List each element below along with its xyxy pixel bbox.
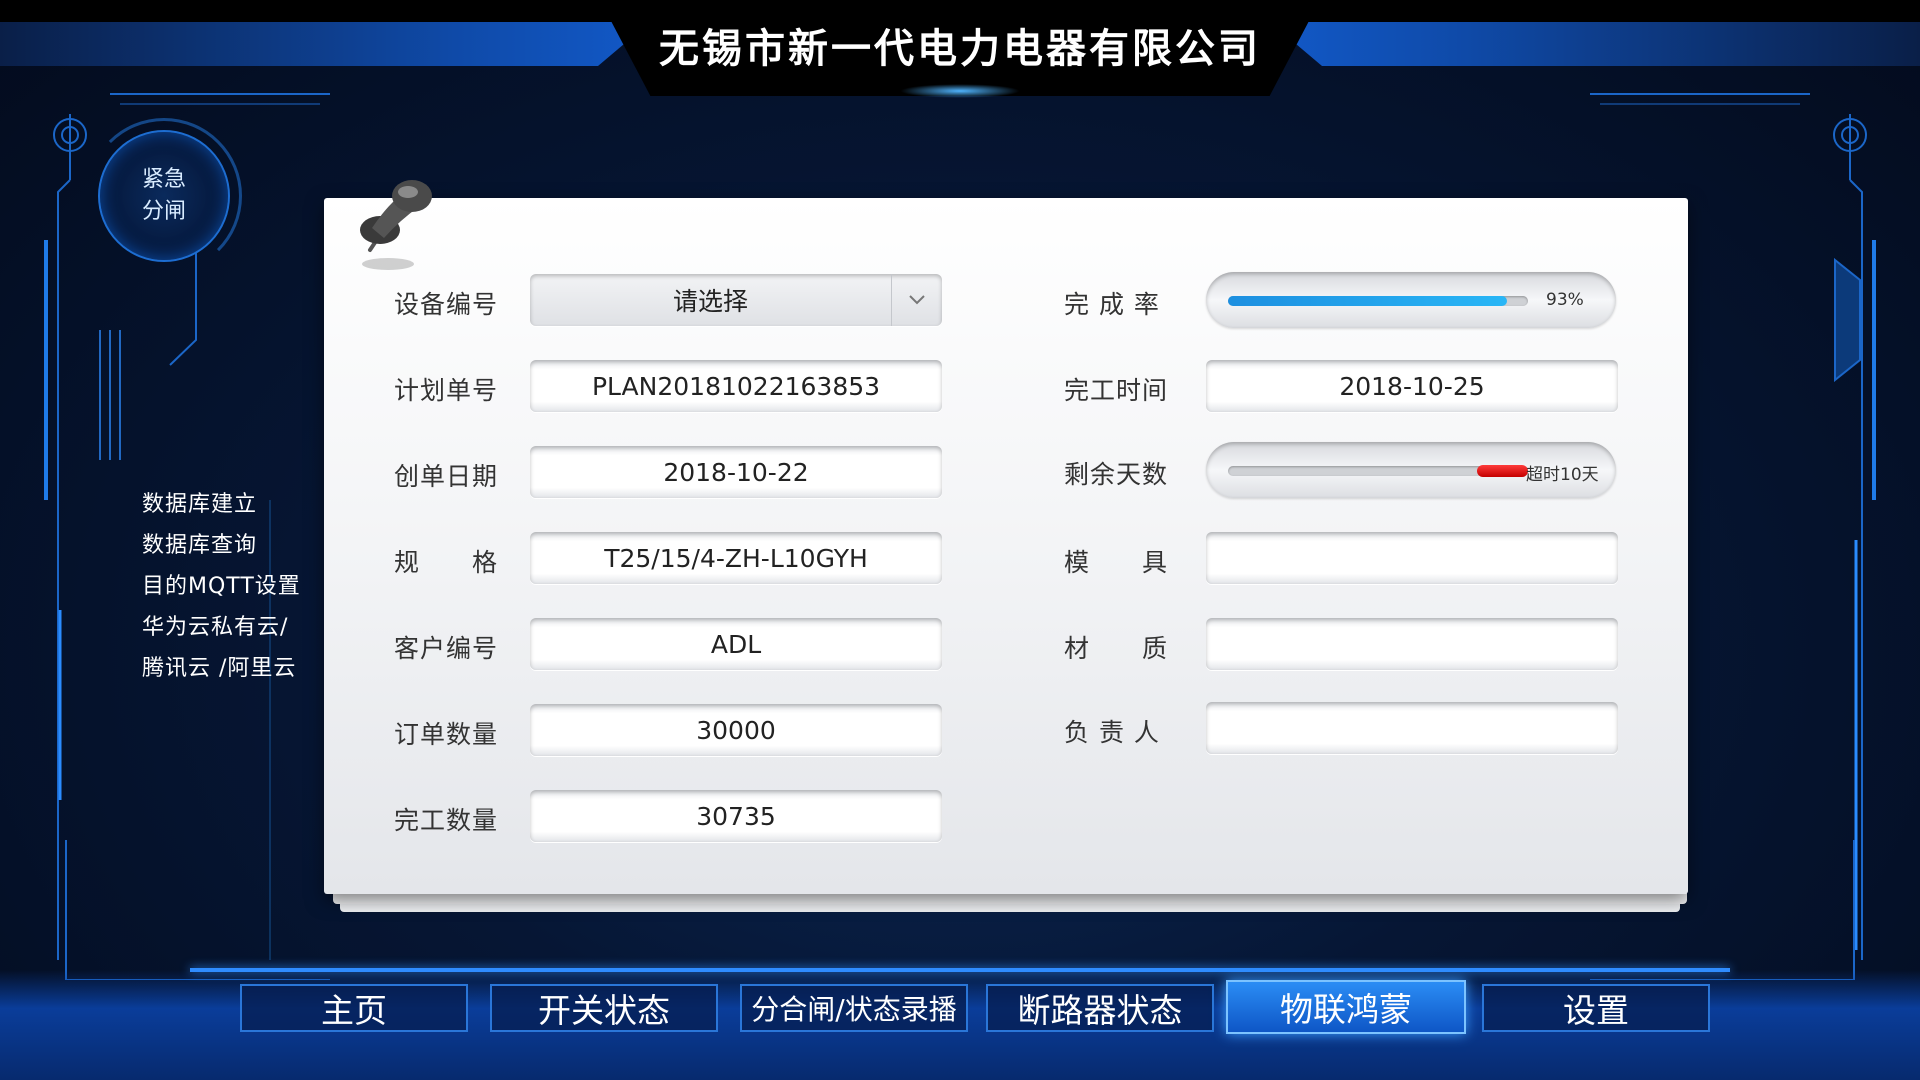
label-remaining-days: 剩余天数 <box>1064 460 1169 489</box>
label-mold: 模 具 <box>1064 548 1169 577</box>
nav-breaker-status[interactable]: 断路器状态 <box>986 984 1214 1032</box>
emergency-line1: 紧急 <box>141 167 186 192</box>
label-device-no: 设备编号 <box>394 290 499 319</box>
side-menu-item-db-create[interactable]: 数据库建立 <box>142 484 301 525</box>
company-title: 无锡市新一代电力电器有限公司 <box>659 26 1261 72</box>
completion-rate-bar: 93% <box>1206 272 1616 328</box>
completion-rate-text: 93% <box>1546 290 1584 310</box>
bottom-nav-glow-line <box>190 968 1730 972</box>
done-qty-field[interactable]: 30735 <box>530 790 942 842</box>
pushpin-icon <box>360 180 432 270</box>
owner-field[interactable] <box>1206 702 1618 754</box>
emergency-line2: 分闸 <box>141 199 186 224</box>
label-order-qty: 订单数量 <box>394 720 499 749</box>
header-glow <box>900 84 1020 98</box>
label-material: 材 质 <box>1064 634 1169 663</box>
completion-rate-track <box>1228 296 1528 306</box>
side-menu-item-cloud-2[interactable]: 腾讯云 /阿里云 <box>142 648 301 689</box>
emergency-trip-button[interactable]: 紧急 分闸 <box>98 130 230 262</box>
remaining-days-track <box>1228 465 1528 477</box>
nav-iot-harmony[interactable]: 物联鸿蒙 <box>1226 980 1466 1034</box>
create-date-field[interactable]: 2018-10-22 <box>530 446 942 498</box>
nav-home[interactable]: 主页 <box>240 984 468 1032</box>
remaining-days-text: 超时10天 <box>1526 465 1599 485</box>
label-create-date: 创单日期 <box>394 462 499 491</box>
header-left-wing <box>0 22 650 66</box>
device-no-select-value: 请选择 <box>672 287 748 316</box>
customer-no-field[interactable]: ADL <box>530 618 942 670</box>
chevron-down-icon[interactable] <box>891 274 942 326</box>
label-completion-rate: 完 成 率 <box>1064 290 1160 319</box>
side-menu-item-cloud-1[interactable]: 华为云私有云/ <box>142 607 301 648</box>
finish-time-field[interactable]: 2018-10-25 <box>1206 360 1618 412</box>
nav-trip-recording[interactable]: 分合闸/状态录播 <box>740 984 968 1032</box>
label-owner: 负 责 人 <box>1064 718 1160 747</box>
side-menu-item-db-query[interactable]: 数据库查询 <box>142 525 301 566</box>
overdue-fill <box>1477 465 1528 477</box>
label-finish-time: 完工时间 <box>1064 376 1169 405</box>
side-menu-item-mqtt[interactable]: 目的MQTT设置 <box>142 566 301 607</box>
nav-switch-status[interactable]: 开关状态 <box>490 984 718 1032</box>
material-field[interactable] <box>1206 618 1618 670</box>
mold-field[interactable] <box>1206 532 1618 584</box>
label-done-qty: 完工数量 <box>394 806 499 835</box>
order-qty-field[interactable]: 30000 <box>530 704 942 756</box>
side-menu: 数据库建立 数据库查询 目的MQTT设置 华为云私有云/ 腾讯云 /阿里云 <box>142 484 301 689</box>
label-customer-no: 客户编号 <box>394 634 499 663</box>
completion-rate-fill <box>1228 296 1507 306</box>
plan-no-field[interactable]: PLAN20181022163853 <box>530 360 942 412</box>
spec-field[interactable]: T25/15/4-ZH-L10GYH <box>530 532 942 584</box>
device-no-select[interactable]: 请选择 <box>530 274 942 326</box>
header-right-wing <box>1270 22 1920 66</box>
label-spec: 规 格 <box>394 548 499 577</box>
nav-settings[interactable]: 设置 <box>1482 984 1710 1032</box>
label-plan-no: 计划单号 <box>394 376 499 405</box>
remaining-days-bar: 超时10天 <box>1206 442 1616 498</box>
